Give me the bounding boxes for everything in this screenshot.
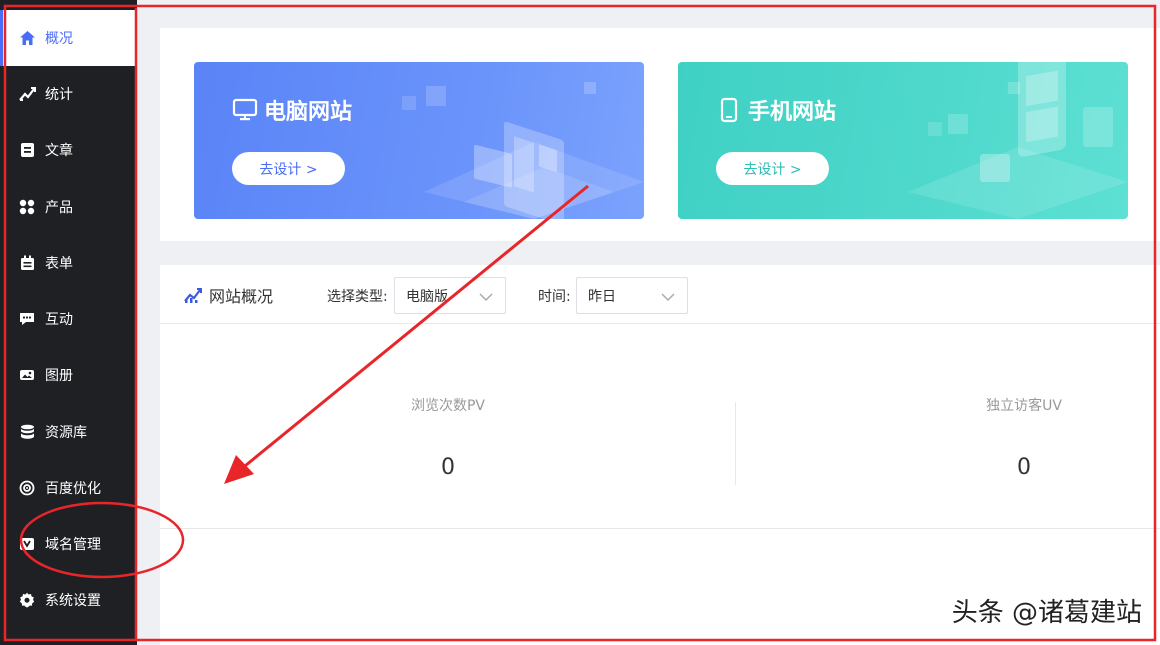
pc-site-card: 电脑网站 去设计 >: [194, 62, 644, 219]
site-cards-panel: 电脑网站 去设计 > 手机网站 去设计 >: [160, 28, 1160, 241]
chevron-down-icon: [479, 290, 493, 302]
sidebar-item-label: 资源库: [45, 425, 87, 441]
type-select-value: 电脑版: [406, 288, 448, 305]
sidebar-item-label: 统计: [45, 87, 73, 103]
grid-icon: [18, 198, 36, 216]
stat-divider: [735, 402, 736, 485]
uv-stat-value: 0: [1017, 455, 1031, 480]
pv-stat: 浏览次数PV 0: [348, 395, 548, 480]
pc-site-title-text: 电脑网站: [264, 100, 353, 125]
sidebar-item-label: 概况: [45, 31, 73, 47]
mobile-site-card: 手机网站 去设计 >: [678, 62, 1128, 219]
target-icon: [18, 479, 36, 497]
sidebar-item-label: 互动: [45, 312, 73, 328]
mobile-illustration: [908, 62, 1128, 219]
sidebar-item-baidu-seo[interactable]: 百度优化: [0, 460, 137, 516]
type-filter-label: 选择类型:: [327, 289, 388, 305]
mobile-site-title-text: 手机网站: [748, 100, 837, 125]
sidebar-item-stats[interactable]: 统计: [0, 66, 137, 122]
chart-icon: [18, 85, 36, 103]
mobile-site-title: 手机网站: [716, 94, 836, 126]
uv-stat: 独立访客UV 0: [924, 395, 1124, 480]
phone-icon: [716, 97, 742, 123]
overview-header: 网站概况 选择类型: 电脑版 时间: 昨日: [160, 265, 1160, 324]
database-icon: [18, 423, 36, 441]
chat-icon: [18, 310, 36, 328]
pc-design-button[interactable]: 去设计 >: [232, 152, 345, 185]
time-select-value: 昨日: [588, 288, 616, 305]
sidebar-item-label: 系统设置: [45, 593, 101, 609]
article-icon: [18, 141, 36, 159]
overview-title-text: 网站概况: [209, 287, 274, 306]
pc-site-title: 电脑网站: [232, 94, 352, 126]
watermark: 头条 @诸葛建站: [951, 598, 1142, 628]
monitor-icon: [232, 97, 258, 123]
sidebar-item-label: 百度优化: [45, 481, 101, 497]
pv-stat-label: 浏览次数PV: [410, 398, 486, 414]
sidebar-item-label: 表单: [45, 256, 73, 272]
album-icon: [18, 366, 36, 384]
chevron-down-icon: [661, 290, 675, 302]
trend-icon: [183, 285, 203, 305]
site-overview-panel: 网站概况 选择类型: 电脑版 时间: 昨日 浏览次数PV 0 独立访客UV 0: [160, 265, 1160, 645]
pc-illustration: [402, 82, 644, 219]
section-divider: [160, 528, 1160, 529]
sidebar-item-interaction[interactable]: 互动: [0, 291, 137, 347]
sidebar-item-articles[interactable]: 文章: [0, 122, 137, 178]
home-icon: [18, 29, 36, 47]
time-select[interactable]: 昨日: [576, 277, 688, 314]
gear-icon: [18, 591, 36, 609]
sidebar-item-resources[interactable]: 资源库: [0, 404, 137, 460]
sidebar-item-label: 域名管理: [45, 537, 101, 553]
time-filter-label: 时间:: [538, 289, 571, 305]
sidebar: 概况 统计 文章 产品 表单 互动 图册 资源库 百度优化 域名管理 系统设置: [0, 0, 137, 645]
sidebar-item-overview[interactable]: 概况: [0, 10, 137, 66]
sidebar-item-domain[interactable]: 域名管理: [0, 516, 137, 572]
sidebar-item-album[interactable]: 图册: [0, 347, 137, 403]
uv-stat-label: 独立访客UV: [986, 398, 1062, 414]
calendar-icon: [18, 254, 36, 272]
sidebar-item-label: 文章: [45, 143, 73, 159]
pv-stat-value: 0: [441, 455, 455, 480]
sidebar-item-label: 产品: [45, 200, 73, 216]
overview-title: 网站概况: [183, 283, 273, 307]
sidebar-item-settings[interactable]: 系统设置: [0, 572, 137, 628]
type-select[interactable]: 电脑版: [394, 277, 506, 314]
mobile-design-button[interactable]: 去设计 >: [716, 152, 829, 185]
sidebar-item-forms[interactable]: 表单: [0, 235, 137, 291]
domain-icon: [18, 535, 36, 553]
sidebar-item-products[interactable]: 产品: [0, 179, 137, 235]
sidebar-item-label: 图册: [45, 368, 73, 384]
